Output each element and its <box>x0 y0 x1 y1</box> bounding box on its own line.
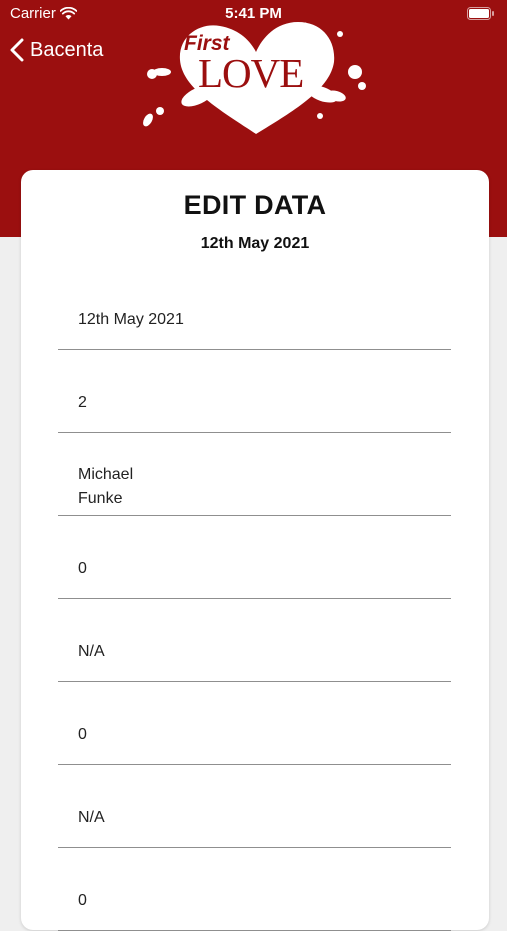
back-button[interactable]: Bacenta <box>10 38 103 62</box>
chevron-left-icon <box>10 38 24 62</box>
field-value: Michael Funke <box>78 466 134 507</box>
form-field[interactable]: 0 <box>58 516 451 599</box>
field-value: N/A <box>78 809 105 826</box>
field-value: 0 <box>78 560 87 577</box>
form-field[interactable]: N/A <box>58 599 451 682</box>
logo-text-love: LOVE <box>198 50 303 96</box>
battery-icon <box>467 7 494 20</box>
edit-data-card: EDIT DATA 12th May 2021 12th May 2021 2 … <box>21 170 489 931</box>
field-value: 12th May 2021 <box>78 311 184 328</box>
page-title: EDIT DATA <box>183 190 327 220</box>
form-field-date[interactable]: 12th May 2021 <box>58 267 451 350</box>
card-date: 12th May 2021 <box>200 235 310 252</box>
field-value: 2 <box>78 394 87 411</box>
form-field[interactable]: 2 <box>58 350 451 433</box>
form-field[interactable]: 0 <box>58 848 451 931</box>
first-love-logo: First LOVE <box>143 22 366 134</box>
field-value: 0 <box>78 892 87 909</box>
form-field[interactable]: Michael Funke <box>58 433 451 516</box>
form-field[interactable]: N/A <box>58 765 451 848</box>
field-value: 0 <box>78 726 87 743</box>
form-field[interactable]: 0 <box>58 682 451 765</box>
back-label: Bacenta <box>30 38 104 61</box>
field-value: N/A <box>78 643 105 660</box>
